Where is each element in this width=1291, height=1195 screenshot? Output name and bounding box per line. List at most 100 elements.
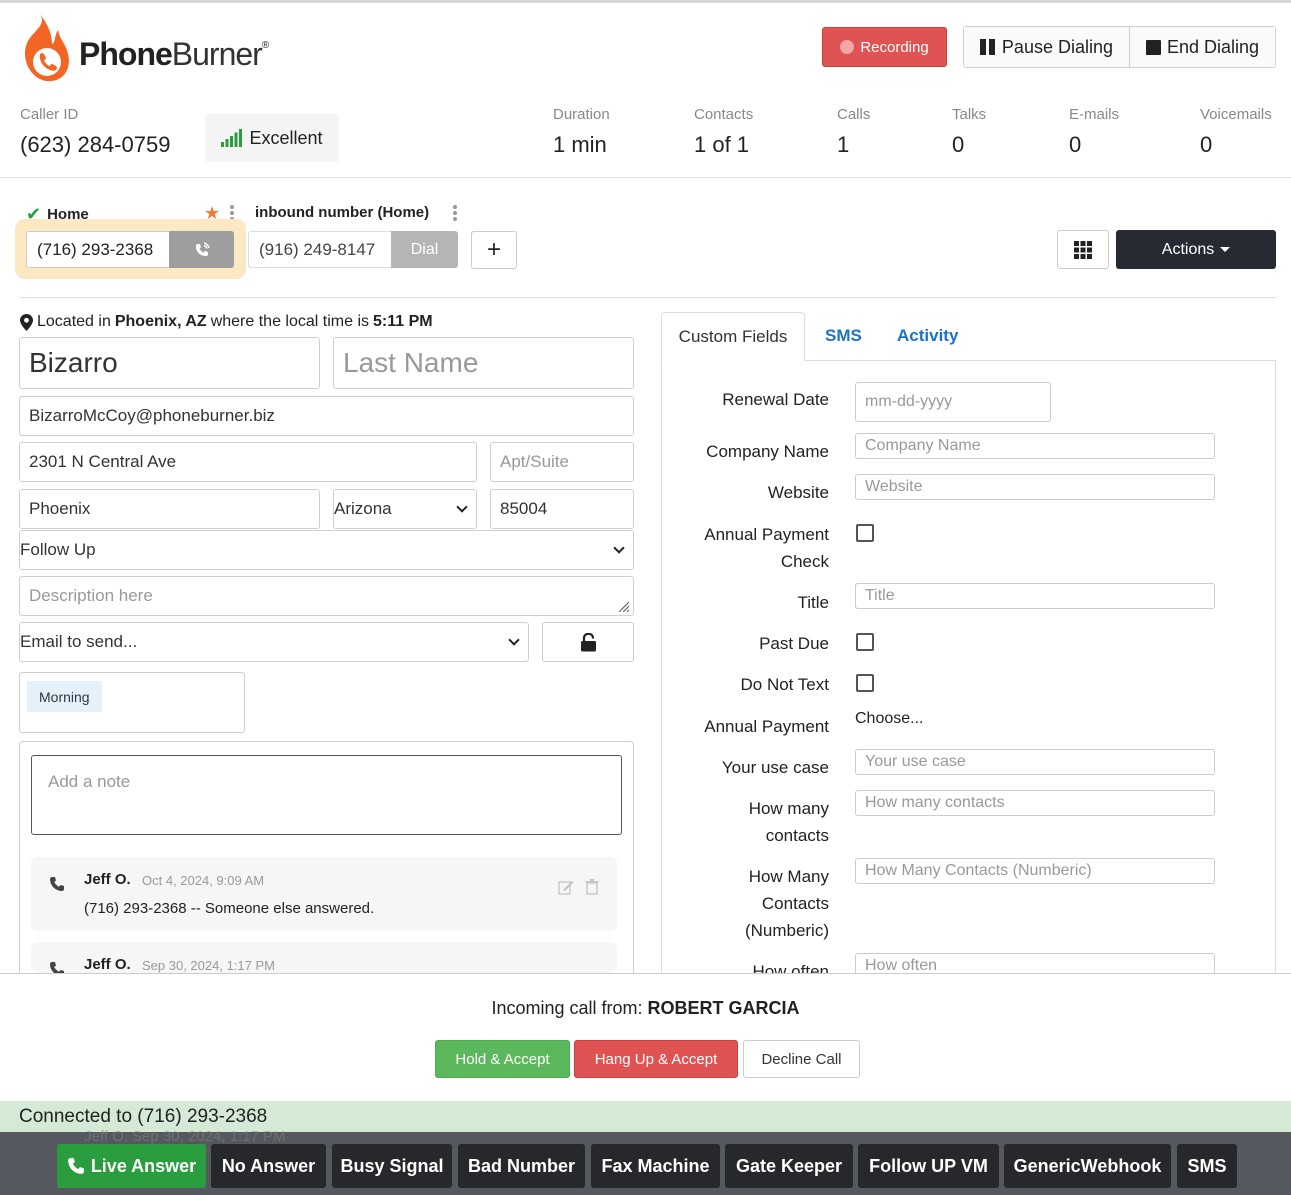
last-name-input[interactable]: Last Name (333, 337, 634, 389)
primary-star-icon[interactable]: ★ (204, 203, 220, 224)
company-name-input[interactable]: Company Name (855, 433, 1215, 459)
tab-activity[interactable]: Activity (897, 326, 958, 346)
use-case-label: Your use case (721, 758, 829, 777)
section-divider (20, 297, 1276, 298)
stat-value-talks: 0 (952, 132, 965, 157)
tab-sms[interactable]: SMS (825, 326, 862, 346)
chevron-down-icon (456, 501, 468, 513)
home-label-text: Home (47, 206, 89, 223)
signal-quality: Excellent (205, 114, 339, 162)
how-many-numeric-label: How Many Contacts (Numberic) (744, 867, 829, 940)
edit-icon[interactable] (558, 879, 574, 895)
phone-icon (67, 1158, 84, 1174)
home-phone-menu-icon[interactable] (230, 205, 234, 221)
stat-label-contacts: Contacts (694, 106, 754, 123)
annual-payment-check-checkbox[interactable] (856, 524, 874, 542)
city-input[interactable]: Phoenix (19, 489, 320, 529)
pause-dialing-label: Pause Dialing (1001, 36, 1113, 57)
annual-payment-select[interactable]: Choose... (855, 710, 923, 728)
use-case-input[interactable]: Your use case (855, 749, 1215, 775)
disposition-generic-webhook[interactable]: GenericWebhook (1004, 1144, 1171, 1188)
disposition-bad-number[interactable]: Bad Number (458, 1144, 585, 1188)
renewal-date-input[interactable]: mm-dd-yyyy (855, 382, 1051, 422)
located-prefix: Located in (37, 313, 111, 330)
incoming-call-text: Incoming call from: ROBERT GARCIA (0, 998, 1291, 1019)
address-input[interactable]: 2301 N Central Ave (19, 442, 477, 482)
disposition-gate-keeper[interactable]: Gate Keeper (725, 1144, 853, 1188)
disposition-live-answer[interactable]: Live Answer (57, 1144, 206, 1188)
add-note-input[interactable]: Add a note (31, 755, 622, 835)
title-label: Title (797, 593, 830, 612)
apt-suite-input[interactable]: Apt/Suite (490, 442, 634, 482)
email-input[interactable]: BizarroMcCoy@phoneburner.biz (19, 396, 634, 436)
local-time: 5:11 PM (373, 313, 433, 330)
brand-wordmark: PhoneBurner® (79, 36, 269, 72)
decline-call-button[interactable]: Decline Call (743, 1040, 860, 1078)
category-value: Follow Up (20, 540, 96, 559)
note-date: Oct 4, 2024, 9:09 AM (142, 873, 265, 888)
email-template-select[interactable]: Email to send... (19, 622, 529, 662)
stop-icon (1145, 39, 1161, 55)
zip-input[interactable]: 85004 (490, 489, 634, 529)
state-value: Arizona (334, 499, 392, 518)
dialing-controls: Pause Dialing End Dialing (963, 26, 1276, 68)
inbound-phone-label: inbound number (Home) (255, 204, 430, 221)
home-phone-label: ✔ Home (26, 204, 89, 225)
past-due-checkbox[interactable] (856, 633, 874, 651)
inbound-phone-number[interactable]: (916) 249-8147 (248, 231, 391, 268)
resize-handle-icon[interactable] (617, 600, 629, 612)
stat-value-calls: 1 (837, 132, 850, 157)
inbound-phone-menu-icon[interactable] (453, 205, 457, 221)
home-phone-number[interactable]: (716) 293-2368 (26, 231, 169, 268)
note-author: Jeff O. (84, 956, 131, 973)
first-name-input[interactable]: Bizarro (19, 337, 320, 389)
hangup-accept-button[interactable]: Hang Up & Accept (574, 1040, 738, 1078)
recording-button[interactable]: Recording (822, 27, 947, 67)
past-due-label: Past Due (759, 634, 829, 653)
actions-dropdown-button[interactable]: Actions (1116, 230, 1276, 269)
add-phone-button[interactable]: + (471, 231, 517, 269)
annual-payment-check-label: Annual Payment Check (704, 525, 829, 571)
website-input[interactable]: Website (855, 474, 1215, 500)
state-select[interactable]: Arizona (333, 489, 477, 529)
stat-label-voicemails: Voicemails (1200, 106, 1272, 123)
stat-value-emails: 0 (1069, 132, 1082, 157)
do-not-text-checkbox[interactable] (856, 674, 874, 692)
end-dialing-button[interactable]: End Dialing (1129, 27, 1275, 67)
dial-button[interactable]: Dial (391, 231, 458, 268)
disposition-label: Live Answer (90, 1155, 197, 1176)
home-call-button[interactable] (169, 231, 234, 268)
disposition-no-answer[interactable]: No Answer (211, 1144, 326, 1188)
category-select[interactable]: Follow Up (19, 530, 634, 570)
hold-accept-button[interactable]: Hold & Accept (435, 1040, 570, 1078)
stat-label-talks: Talks (952, 106, 987, 123)
recording-label: Recording (860, 38, 929, 56)
disposition-busy-signal[interactable]: Busy Signal (332, 1144, 452, 1188)
stat-label-duration: Duration (553, 106, 610, 123)
pause-dialing-button[interactable]: Pause Dialing (964, 27, 1130, 67)
how-many-contacts-input[interactable]: How many contacts (855, 790, 1215, 816)
pause-icon (979, 39, 996, 55)
grid-icon (1074, 240, 1092, 259)
tag-chip[interactable]: Morning (27, 681, 102, 712)
unlock-button[interactable] (542, 622, 634, 662)
signal-label: Excellent (249, 127, 323, 148)
disposition-follow-up-vm[interactable]: Follow UP VM (858, 1144, 999, 1188)
tab-custom-fields[interactable]: Custom Fields (661, 312, 805, 361)
caller-id-label: Caller ID (20, 106, 79, 123)
stat-value-duration: 1 min (553, 132, 607, 157)
title-input[interactable]: Title (855, 583, 1215, 609)
chevron-down-icon (508, 634, 520, 646)
disposition-sms[interactable]: SMS (1177, 1144, 1237, 1188)
apps-grid-button[interactable] (1057, 230, 1109, 269)
how-many-contacts-label: How many contacts (748, 799, 829, 845)
unlock-icon (580, 632, 596, 651)
description-textarea[interactable]: Description here (19, 576, 634, 616)
check-icon: ✔ (26, 204, 42, 224)
end-dialing-label: End Dialing (1166, 36, 1259, 57)
trash-icon[interactable] (585, 879, 599, 895)
how-many-numeric-input[interactable]: How Many Contacts (Numberic) (855, 858, 1215, 884)
incoming-prefix: Incoming call from: (491, 998, 643, 1018)
disposition-fax-machine[interactable]: Fax Machine (591, 1144, 720, 1188)
note-item (31, 857, 617, 931)
